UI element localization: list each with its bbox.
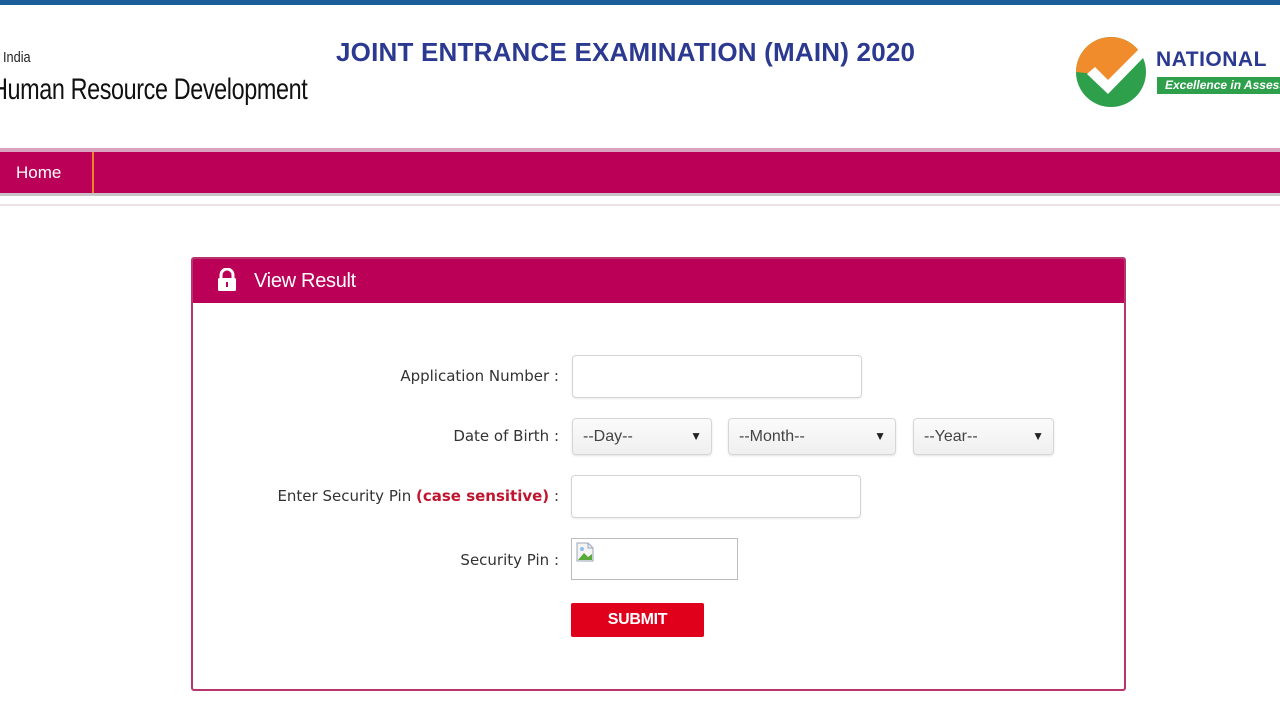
dob-day-value: --Day-- xyxy=(583,428,633,445)
checkmark-logo-icon xyxy=(1076,37,1146,107)
dropdown-arrow-icon: ▼ xyxy=(1032,429,1044,443)
dob-day-select[interactable]: --Day-- ▼ xyxy=(572,418,712,455)
dob-month-value: --Month-- xyxy=(739,428,805,445)
main-nav: Home xyxy=(0,148,1280,196)
agency-name: NATIONAL xyxy=(1156,48,1267,71)
ministry-logo: India Human Resource Development xyxy=(0,49,308,106)
dropdown-arrow-icon: ▼ xyxy=(874,429,886,443)
site-header: India Human Resource Development JOINT E… xyxy=(0,5,1280,148)
page-title: JOINT ENTRANCE EXAMINATION (MAIN) 2020 xyxy=(336,37,916,67)
application-number-input[interactable] xyxy=(572,355,862,398)
application-number-label: Application Number : xyxy=(400,367,559,385)
lock-icon xyxy=(218,268,236,291)
panel-title: View Result xyxy=(254,270,356,292)
dob-month-select[interactable]: --Month-- ▼ xyxy=(728,418,896,455)
dob-year-value: --Year-- xyxy=(924,428,978,445)
captcha-image xyxy=(571,538,738,580)
nav-divider xyxy=(0,204,1280,206)
dropdown-arrow-icon: ▼ xyxy=(690,429,702,443)
view-result-panel: View Result Application Number : Date of… xyxy=(191,257,1126,691)
ministry-line-2: Human Resource Development xyxy=(0,73,308,106)
ministry-line-1: India xyxy=(3,49,31,66)
case-sensitive-note: (case sensitive) xyxy=(416,487,550,505)
security-pin-input-label: Enter Security Pin (case sensitive) : xyxy=(277,487,559,505)
security-pin-label-text: Enter Security Pin xyxy=(277,487,416,505)
security-pin-input[interactable] xyxy=(571,475,861,518)
submit-button[interactable]: SUBMIT xyxy=(571,603,704,637)
broken-image-icon xyxy=(576,542,594,562)
dob-year-select[interactable]: --Year-- ▼ xyxy=(913,418,1054,455)
security-pin-image-label: Security Pin : xyxy=(460,551,559,569)
nav-item-home[interactable]: Home xyxy=(0,152,94,193)
label-colon: : xyxy=(549,487,559,505)
panel-header: View Result xyxy=(193,259,1124,303)
agency-tagline: Excellence in Assessment xyxy=(1157,77,1280,94)
dob-label: Date of Birth : xyxy=(453,427,559,445)
